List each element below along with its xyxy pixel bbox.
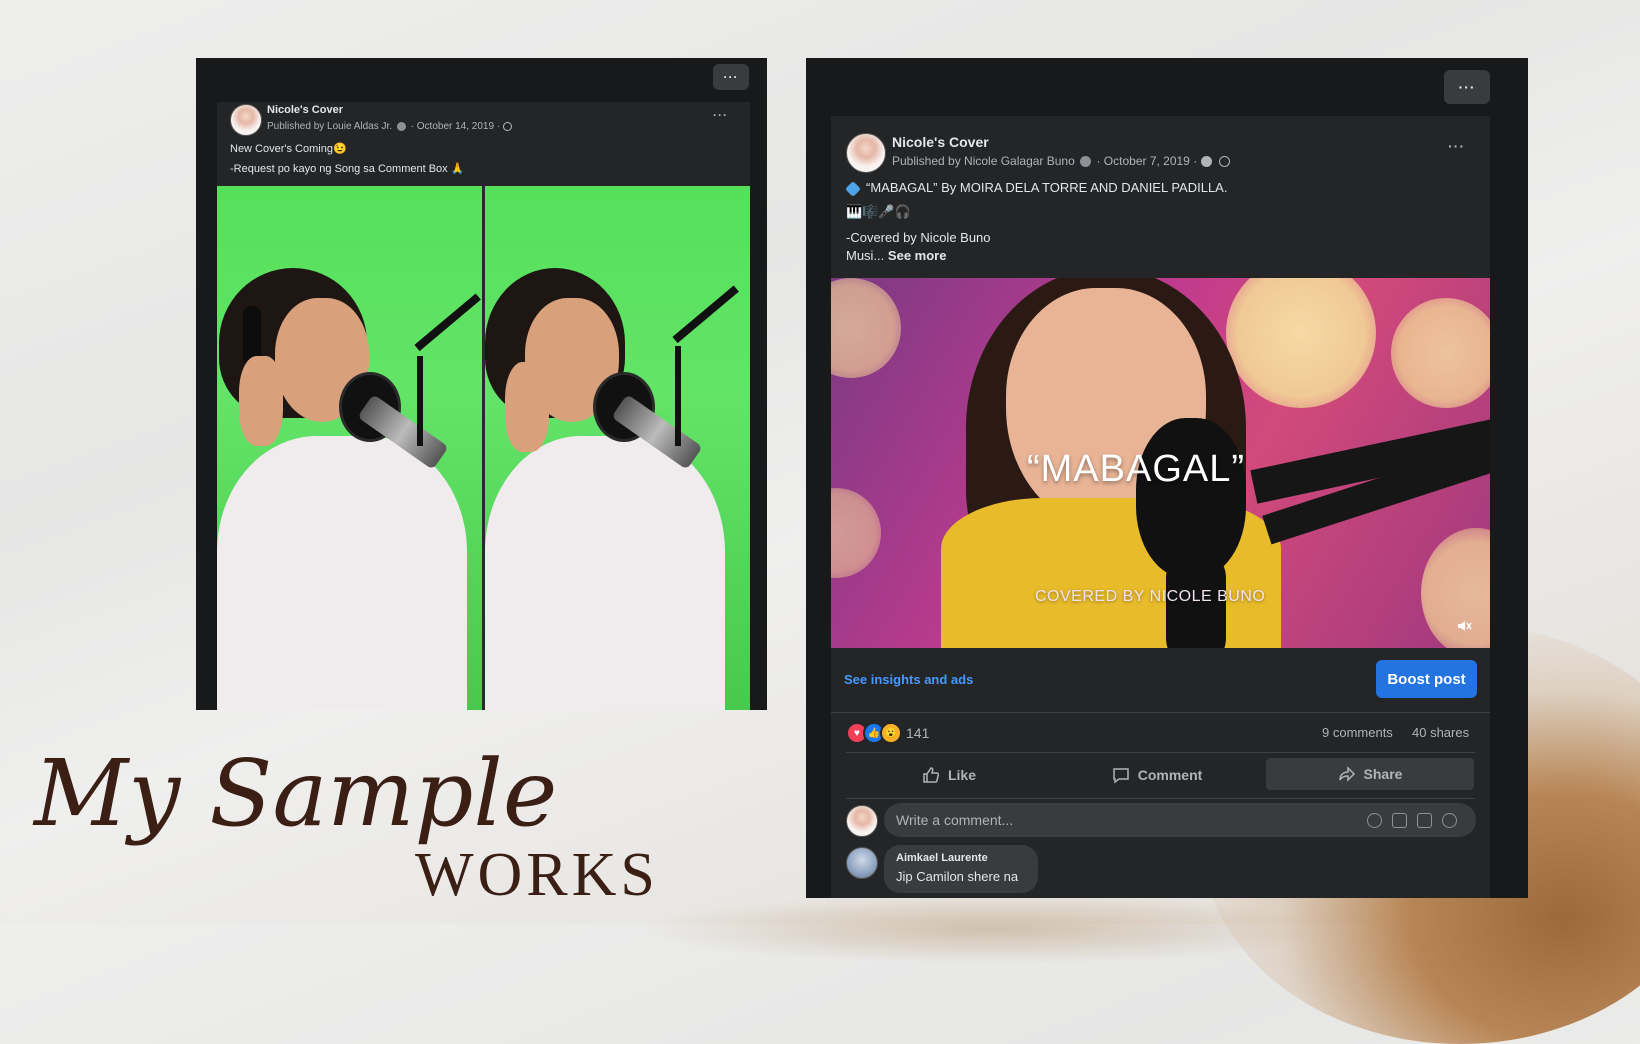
like-button[interactable]: Like bbox=[846, 758, 1052, 792]
post-meta: Published by Nicole Galagar Buno · Octob… bbox=[892, 154, 1230, 168]
comment-bubble: Aimkael Laurente Jip Camilon shere na bbox=[884, 845, 1038, 893]
verified-icon bbox=[396, 121, 406, 131]
page-name[interactable]: Nicole's Cover bbox=[892, 134, 989, 150]
diamond-icon bbox=[845, 180, 861, 197]
post-text-line: New Cover's Coming😉 bbox=[230, 143, 347, 155]
heading-caps: WORKS bbox=[415, 841, 659, 909]
verified-icon bbox=[1080, 156, 1092, 168]
left-post-card: ··· Nicole's Cover Published by Louie Al… bbox=[196, 58, 767, 710]
post-video[interactable]: “MABAGAL” COVERED BY NICOLE BUNO bbox=[831, 278, 1490, 648]
comments-count[interactable]: 9 comments bbox=[1322, 725, 1393, 740]
page-avatar[interactable] bbox=[846, 133, 886, 173]
heading-script: My Sample bbox=[34, 740, 558, 847]
comment-tools bbox=[1367, 813, 1457, 828]
user-avatar[interactable] bbox=[846, 805, 878, 837]
post-topbar bbox=[196, 58, 767, 102]
post-meta: Published by Louie Aldas Jr. · October 1… bbox=[267, 121, 512, 132]
comment-text: Jip Camilon shere na bbox=[896, 869, 1019, 884]
video-title-overlay: “MABAGAL” bbox=[1027, 448, 1246, 490]
divider bbox=[846, 752, 1475, 753]
share-button[interactable]: Share bbox=[1266, 758, 1474, 790]
post-text-line: -Covered by Nicole Buno bbox=[846, 230, 991, 245]
thumbs-up-icon bbox=[923, 767, 940, 783]
right-post-card: ··· Nicole's Cover Published by Nicole G… bbox=[806, 58, 1528, 898]
post-text-line: Musi... See more bbox=[846, 248, 947, 263]
post-text-line: -Request po kayo ng Song sa Comment Box … bbox=[230, 163, 465, 175]
post-emoji-line: 🎹🎼🎤🎧 bbox=[846, 204, 911, 219]
see-insights-link[interactable]: See insights and ads bbox=[844, 672, 973, 687]
shares-count[interactable]: 40 shares bbox=[1412, 725, 1469, 740]
globe-icon bbox=[1218, 156, 1230, 168]
share-icon bbox=[1338, 766, 1355, 782]
post-photo[interactable] bbox=[217, 186, 750, 710]
camera-icon[interactable] bbox=[1392, 813, 1407, 828]
published-by: Published by Nicole Galagar Buno bbox=[892, 154, 1075, 168]
wow-reaction-icon: 😮 bbox=[880, 722, 902, 744]
reaction-count[interactable]: 141 bbox=[906, 725, 929, 741]
page-avatar[interactable] bbox=[230, 104, 262, 136]
comment-button[interactable]: Comment bbox=[1054, 758, 1260, 792]
post-options-button[interactable]: ··· bbox=[713, 108, 728, 122]
volume-icon[interactable] bbox=[1456, 618, 1472, 632]
published-by: Published by Louie Aldas Jr. bbox=[267, 121, 393, 132]
reactions[interactable]: ♥ 👍 😮 141 bbox=[846, 722, 936, 744]
divider bbox=[846, 798, 1475, 799]
page-name[interactable]: Nicole's Cover bbox=[267, 104, 343, 116]
background-decoration bbox=[640, 894, 1340, 964]
boost-post-button[interactable]: Boost post bbox=[1376, 660, 1477, 698]
gif-icon[interactable] bbox=[1417, 813, 1432, 828]
see-more-link[interactable]: See more bbox=[888, 248, 947, 263]
commenter-name[interactable]: Aimkael Laurente bbox=[896, 852, 988, 864]
sticker-icon[interactable] bbox=[1442, 813, 1457, 828]
post-options-button[interactable]: ··· bbox=[1448, 138, 1465, 154]
video-subtitle-overlay: COVERED BY NICOLE BUNO bbox=[1035, 588, 1266, 605]
post-text-line: “MABAGAL” By MOIRA DELA TORRE AND DANIEL… bbox=[845, 180, 1227, 197]
comment-icon bbox=[1112, 768, 1129, 784]
emoji-icon[interactable] bbox=[1367, 813, 1382, 828]
options-button[interactable]: ··· bbox=[1444, 70, 1490, 104]
divider bbox=[831, 712, 1490, 713]
post-date[interactable]: · October 14, 2019 · bbox=[411, 121, 501, 132]
globe-icon bbox=[502, 121, 512, 131]
post-date[interactable]: · October 7, 2019 · bbox=[1096, 154, 1197, 168]
photo-right-half bbox=[485, 186, 750, 710]
clock-icon bbox=[1200, 156, 1212, 168]
photo-left-half bbox=[217, 186, 482, 710]
commenter-avatar[interactable] bbox=[846, 847, 878, 879]
options-button[interactable]: ··· bbox=[713, 64, 749, 90]
post-topbar bbox=[806, 58, 1528, 116]
